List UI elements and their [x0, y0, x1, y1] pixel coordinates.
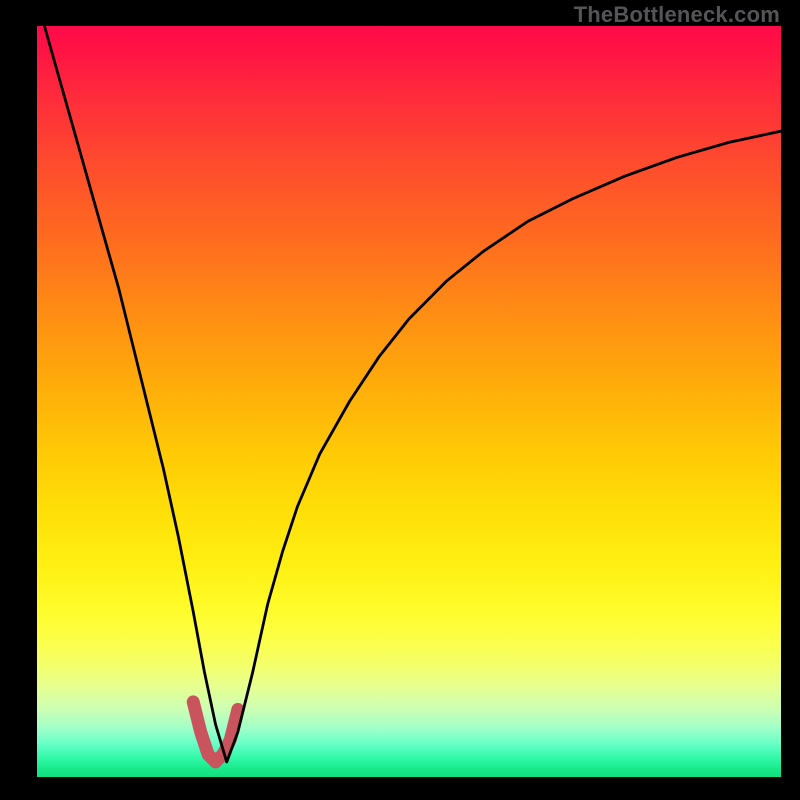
plot-area	[37, 26, 781, 777]
chart-frame: TheBottleneck.com	[0, 0, 800, 800]
chart-svg	[37, 26, 781, 777]
watermark-text: TheBottleneck.com	[574, 2, 780, 28]
bottleneck-curve	[44, 26, 781, 762]
